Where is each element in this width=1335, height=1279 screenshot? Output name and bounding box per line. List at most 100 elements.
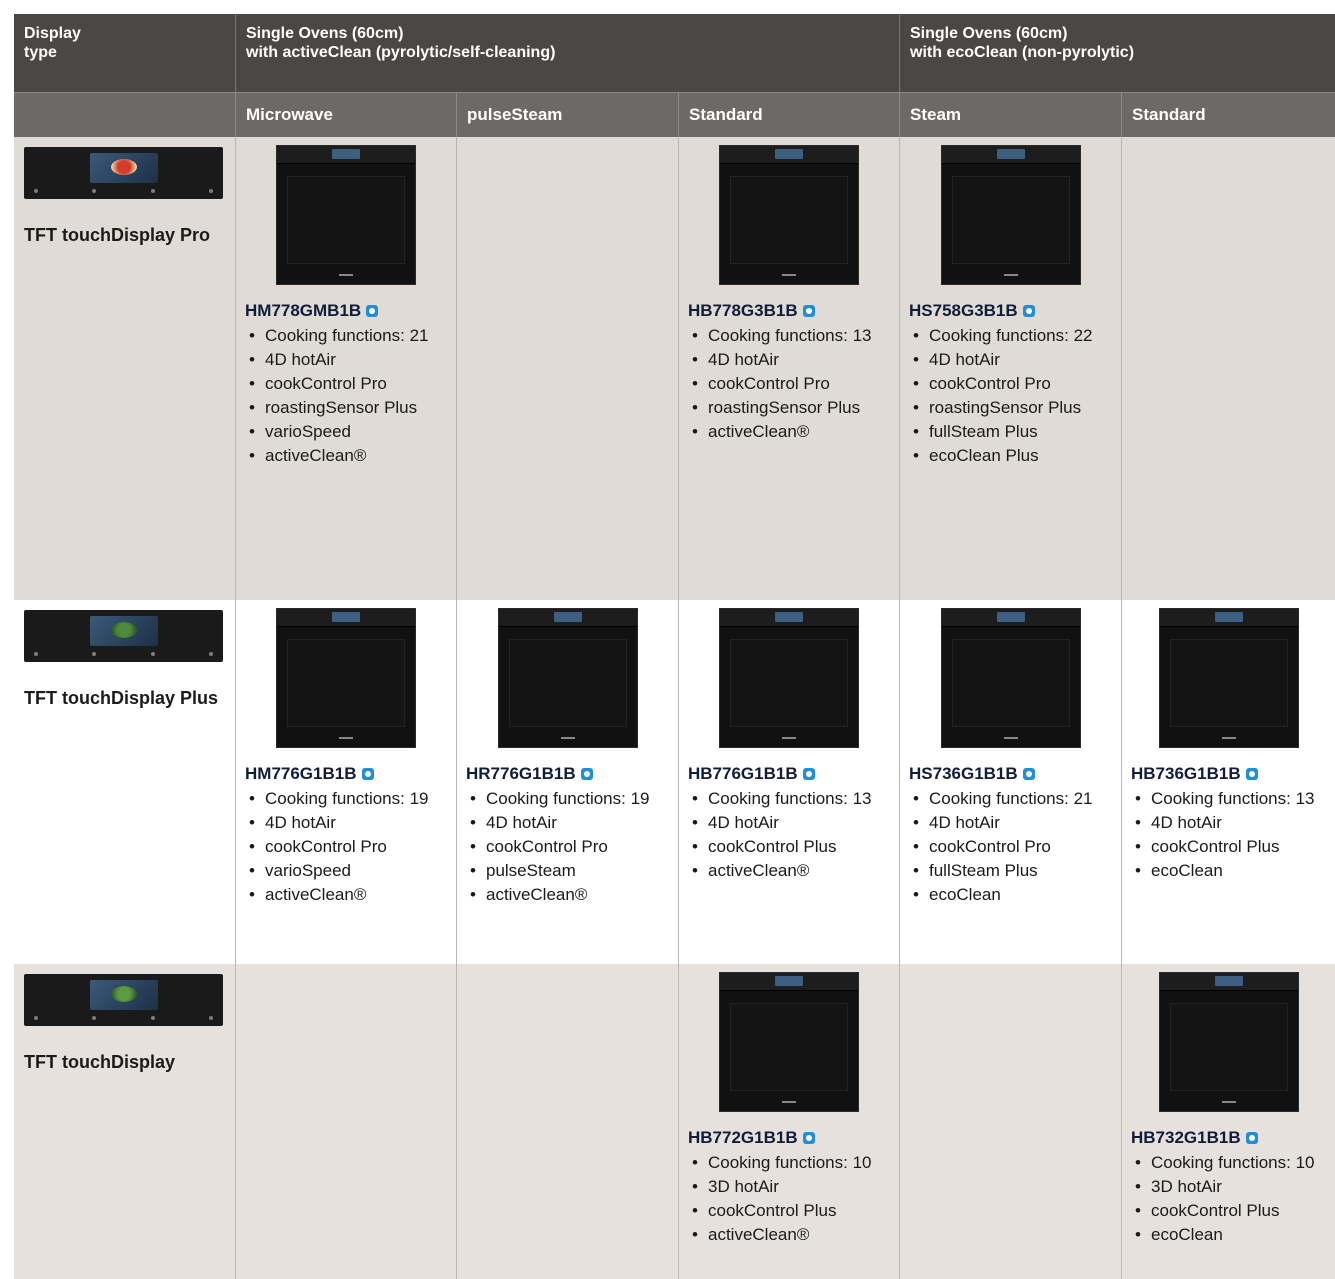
header-ecoclean-text: Single Ovens (60cm) with ecoClean (non-p… — [910, 25, 1135, 61]
home-connect-icon — [366, 305, 379, 317]
feature-item: varioSpeed — [245, 420, 452, 444]
subheader-empty — [14, 92, 236, 137]
model-number[interactable]: HM776G1B1B — [245, 764, 357, 784]
header-ecoclean-group: Single Ovens (60cm) with ecoClean (non-p… — [900, 14, 1335, 92]
display-panel-image — [24, 147, 223, 199]
oven-image — [1158, 972, 1299, 1112]
oven-image — [719, 145, 859, 285]
empty-cell — [236, 964, 457, 1279]
display-cell-pro: TFT touchDisplay Pro — [14, 137, 236, 600]
oven-image — [1158, 608, 1299, 748]
feature-item: Cooking functions: 22 — [909, 324, 1117, 348]
product-model[interactable]: HS758G3B1B — [909, 301, 1117, 321]
product-model[interactable]: HS736G1B1B — [909, 764, 1117, 784]
product-cell: HB736G1B1B Cooking functions: 13 4D hotA… — [1122, 600, 1335, 964]
home-connect-icon — [361, 768, 374, 780]
product-model[interactable]: HB736G1B1B — [1131, 764, 1331, 784]
feature-list: Cooking functions: 13 4D hotAir cookCont… — [1131, 787, 1331, 883]
feature-item: cookControl Plus — [1131, 1199, 1331, 1223]
feature-item: 4D hotAir — [688, 348, 895, 372]
feature-item: activeClean® — [466, 883, 674, 907]
product-model[interactable]: HB778G3B1B — [688, 301, 895, 321]
product-cell: HM778GMB1B Cooking functions: 21 4D hotA… — [236, 137, 457, 600]
product-cell: HB778G3B1B Cooking functions: 13 4D hotA… — [679, 137, 900, 600]
display-cell-plus: TFT touchDisplay Plus — [14, 600, 236, 964]
model-number[interactable]: HB732G1B1B — [1131, 1128, 1241, 1148]
product-cell: HB772G1B1B Cooking functions: 10 3D hotA… — [679, 964, 900, 1279]
feature-item: Cooking functions: 19 — [245, 787, 452, 811]
product-model[interactable]: HM778GMB1B — [245, 301, 452, 321]
feature-list: Cooking functions: 19 4D hotAir cookCont… — [245, 787, 452, 907]
feature-item: 4D hotAir — [245, 348, 452, 372]
feature-item: activeClean® — [245, 883, 452, 907]
feature-list: Cooking functions: 19 4D hotAir cookCont… — [466, 787, 674, 907]
product-model[interactable]: HM776G1B1B — [245, 764, 452, 784]
feature-item: 4D hotAir — [909, 348, 1117, 372]
product-cell: HS758G3B1B Cooking functions: 22 4D hotA… — [900, 137, 1122, 600]
model-number[interactable]: HS736G1B1B — [909, 764, 1018, 784]
model-number[interactable]: HR776G1B1B — [466, 764, 576, 784]
feature-item: cookControl Pro — [909, 372, 1117, 396]
feature-item: pulseSteam — [466, 859, 674, 883]
feature-list: Cooking functions: 21 4D hotAir cookCont… — [245, 324, 452, 468]
model-number[interactable]: HB736G1B1B — [1131, 764, 1241, 784]
home-connect-icon — [802, 768, 815, 780]
oven-image — [497, 608, 638, 748]
oven-image — [719, 972, 859, 1112]
model-number[interactable]: HB776G1B1B — [688, 764, 798, 784]
feature-item: Cooking functions: 13 — [688, 787, 895, 811]
product-model[interactable]: HB732G1B1B — [1131, 1128, 1331, 1148]
display-type-label: TFT touchDisplay — [24, 1052, 176, 1072]
feature-item: roastingSensor Plus — [245, 396, 452, 420]
product-model[interactable]: HR776G1B1B — [466, 764, 674, 784]
feature-item: cookControl Pro — [245, 835, 452, 859]
feature-item: Cooking functions: 13 — [688, 324, 895, 348]
empty-cell — [457, 137, 679, 600]
product-cell: HB732G1B1B Cooking functions: 10 3D hotA… — [1122, 964, 1335, 1279]
display-panel-image — [24, 974, 223, 1026]
oven-image — [719, 608, 859, 748]
feature-item: activeClean® — [688, 1223, 895, 1247]
feature-item: ecoClean — [909, 883, 1117, 907]
subheader-standard-activeclean: Standard — [679, 92, 900, 137]
model-number[interactable]: HM778GMB1B — [245, 301, 361, 321]
header-activeclean-group: Single Ovens (60cm) with activeClean (py… — [236, 14, 900, 92]
product-model[interactable]: HB776G1B1B — [688, 764, 895, 784]
model-number[interactable]: HB772G1B1B — [688, 1128, 798, 1148]
home-connect-icon — [1245, 768, 1258, 780]
feature-list: Cooking functions: 21 4D hotAir cookCont… — [909, 787, 1117, 907]
oven-image — [276, 608, 416, 748]
oven-image — [940, 608, 1081, 748]
feature-item: fullSteam Plus — [909, 859, 1117, 883]
feature-item: cookControl Plus — [688, 835, 895, 859]
product-model[interactable]: HB772G1B1B — [688, 1128, 895, 1148]
feature-item: 3D hotAir — [688, 1175, 895, 1199]
feature-item: 4D hotAir — [1131, 811, 1331, 835]
feature-item: varioSpeed — [245, 859, 452, 883]
home-connect-icon — [802, 1132, 815, 1144]
subheader-standard-ecoclean: Standard — [1122, 92, 1335, 137]
feature-item: activeClean® — [245, 444, 452, 468]
header-display-type: Display type — [14, 14, 236, 92]
model-number[interactable]: HS758G3B1B — [909, 301, 1018, 321]
feature-item: 4D hotAir — [466, 811, 674, 835]
feature-item: 4D hotAir — [245, 811, 452, 835]
feature-item: ecoClean — [1131, 1223, 1331, 1247]
feature-item: Cooking functions: 10 — [1131, 1151, 1331, 1175]
display-type-label: TFT touchDisplay Pro — [24, 225, 211, 245]
model-number[interactable]: HB778G3B1B — [688, 301, 798, 321]
display-panel-image — [24, 610, 223, 662]
product-cell: HM776G1B1B Cooking functions: 19 4D hotA… — [236, 600, 457, 964]
feature-item: 4D hotAir — [909, 811, 1117, 835]
subheader-microwave: Microwave — [236, 92, 457, 137]
empty-cell — [1122, 137, 1335, 600]
feature-item: Cooking functions: 19 — [466, 787, 674, 811]
home-connect-icon — [1022, 305, 1035, 317]
feature-item: Cooking functions: 10 — [688, 1151, 895, 1175]
subheader-pulsesteam: pulseSteam — [457, 92, 679, 137]
feature-item: Cooking functions: 21 — [245, 324, 452, 348]
feature-item: Cooking functions: 21 — [909, 787, 1117, 811]
feature-item: ecoClean — [1131, 859, 1331, 883]
feature-item: cookControl Pro — [466, 835, 674, 859]
feature-item: ecoClean Plus — [909, 444, 1117, 468]
